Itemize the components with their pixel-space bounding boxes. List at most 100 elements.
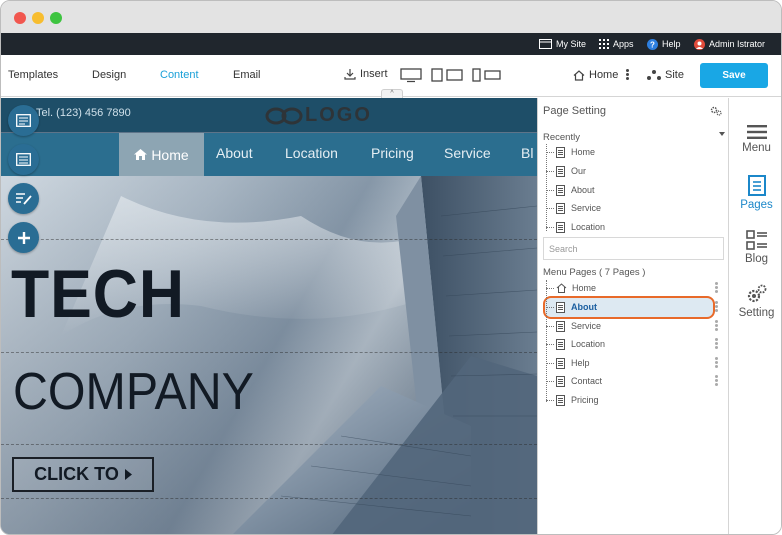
sidebar-item-menu[interactable]: Menu	[729, 125, 781, 154]
page-options-icon[interactable]	[715, 282, 718, 293]
tab-content[interactable]: Content	[160, 69, 199, 81]
close-window-button[interactable]	[14, 12, 26, 24]
menu-page-item[interactable]: Contact	[546, 373, 721, 389]
tablet-view-icon[interactable]	[431, 68, 463, 82]
menu-page-item[interactable]: Pricing	[546, 392, 721, 408]
tab-email[interactable]: Email	[233, 69, 261, 81]
blog-icon	[745, 230, 767, 250]
page-icon	[556, 184, 565, 196]
site-phone: Tel. (123) 456 7890	[36, 107, 131, 119]
page-search-input[interactable]: Search	[543, 237, 724, 260]
recent-page-item[interactable]: Service	[546, 200, 721, 216]
menu-page-label: Pricing	[571, 395, 599, 405]
site-nav-location[interactable]: Location	[285, 145, 338, 161]
sidebar-item-label: Blog	[744, 253, 769, 265]
gear-icon[interactable]	[710, 106, 722, 116]
site-nav-home[interactable]: Home	[119, 133, 204, 176]
page-icon	[556, 394, 565, 406]
page-icon	[556, 165, 565, 177]
hero-title-line-1[interactable]: TECH	[11, 260, 185, 328]
save-button[interactable]: Save	[700, 63, 768, 88]
page-options-icon[interactable]	[715, 301, 718, 312]
recent-page-item[interactable]: About	[546, 182, 721, 198]
home-icon	[556, 283, 567, 293]
help-icon: ?	[647, 38, 658, 50]
site-nav-about[interactable]: About	[216, 145, 253, 161]
more-options-icon[interactable]	[626, 69, 629, 80]
pages-icon	[747, 175, 766, 196]
tab-design[interactable]: Design	[92, 69, 126, 81]
site-logo[interactable]: LOGO	[265, 104, 372, 127]
menu-page-label: Location	[571, 339, 606, 349]
menu-page-item[interactable]: Help	[546, 355, 721, 371]
menu-page-item[interactable]: Service	[546, 318, 721, 334]
help-link[interactable]: ? Help	[647, 37, 681, 51]
home-icon	[573, 69, 585, 81]
menu-page-label: Home	[572, 283, 597, 293]
menu-page-label: Contact	[571, 376, 603, 386]
user-label: Admin Istrator	[709, 39, 766, 49]
site-nav-blog[interactable]: Bl	[521, 145, 533, 161]
sidebar-item-pages[interactable]: Pages	[729, 175, 781, 211]
logo-infinity-icon	[265, 107, 303, 124]
help-label: Help	[662, 39, 681, 49]
section-guide	[1, 444, 537, 445]
tab-templates[interactable]: Templates	[8, 69, 58, 81]
home-icon	[134, 149, 148, 160]
mobile-view-icon[interactable]	[472, 68, 502, 82]
recent-page-item[interactable]: Location	[546, 219, 721, 235]
edit-layout-button[interactable]	[8, 105, 39, 136]
right-sidebar: Menu Pages Blog Setting	[728, 98, 781, 534]
sidebar-item-label: Setting	[738, 307, 775, 319]
edit-content-button[interactable]	[8, 144, 39, 175]
site-nav-pricing[interactable]: Pricing	[371, 145, 414, 161]
insert-label: Insert	[360, 68, 388, 80]
sidebar-item-setting[interactable]: Setting	[729, 284, 781, 319]
website-canvas[interactable]: Tel. (123) 456 7890 LOGO Home About Loca…	[1, 98, 537, 534]
collapse-toolbar-toggle[interactable]: ^	[381, 89, 403, 98]
site-nav-home-label: Home	[151, 146, 189, 163]
menu-page-label: Help	[571, 358, 590, 368]
home-page-selector[interactable]: Home	[573, 69, 618, 81]
user-menu[interactable]: Admin Istrator	[694, 37, 765, 51]
site-nav-service[interactable]: Service	[444, 145, 491, 161]
hamburger-icon	[746, 125, 767, 139]
sidebar-item-blog[interactable]: Blog	[729, 230, 781, 265]
recent-page-item[interactable]: Home	[546, 144, 721, 160]
hero-title-line-2[interactable]: COMPANY	[13, 364, 254, 420]
browser-icon	[539, 39, 552, 49]
sitemap-icon	[647, 70, 661, 80]
site-navigation: Home About Location Pricing Service Bl	[1, 133, 537, 176]
section-guide	[1, 352, 537, 353]
apps-label: Apps	[613, 39, 634, 49]
apps-link[interactable]: Apps	[599, 37, 634, 51]
desktop-view-icon[interactable]	[400, 68, 422, 83]
page-icon	[556, 375, 565, 387]
my-site-link[interactable]: My Site	[539, 37, 586, 51]
site-header[interactable]: Tel. (123) 456 7890 LOGO	[1, 98, 537, 132]
page-icon	[556, 146, 565, 158]
edit-text-button[interactable]	[8, 183, 39, 214]
page-setting-panel: Page Setting Recently Home Our About Ser…	[537, 98, 728, 534]
add-element-button[interactable]	[8, 222, 39, 253]
menu-page-item[interactable]: Home	[546, 280, 721, 296]
page-options-icon[interactable]	[715, 320, 718, 331]
menu-page-item-selected[interactable]: About	[546, 299, 721, 315]
download-icon	[344, 69, 356, 80]
page-options-icon[interactable]	[715, 357, 718, 368]
insert-button[interactable]: Insert	[344, 68, 388, 80]
section-guide	[1, 498, 537, 499]
page-options-icon[interactable]	[715, 338, 718, 349]
page-options-icon[interactable]	[715, 375, 718, 386]
page-icon	[556, 357, 565, 369]
maximize-window-button[interactable]	[50, 12, 62, 24]
site-menu[interactable]: Site	[647, 69, 684, 81]
recent-page-item[interactable]: Our	[546, 163, 721, 179]
menu-page-label: Service	[571, 321, 602, 331]
menu-page-item[interactable]: Location	[546, 336, 721, 352]
minimize-window-button[interactable]	[32, 12, 44, 24]
cta-button[interactable]: CLICK TO	[12, 457, 154, 492]
cta-label: CLICK TO	[34, 464, 119, 484]
title-bar	[1, 1, 781, 33]
caret-down-icon[interactable]	[719, 132, 725, 136]
